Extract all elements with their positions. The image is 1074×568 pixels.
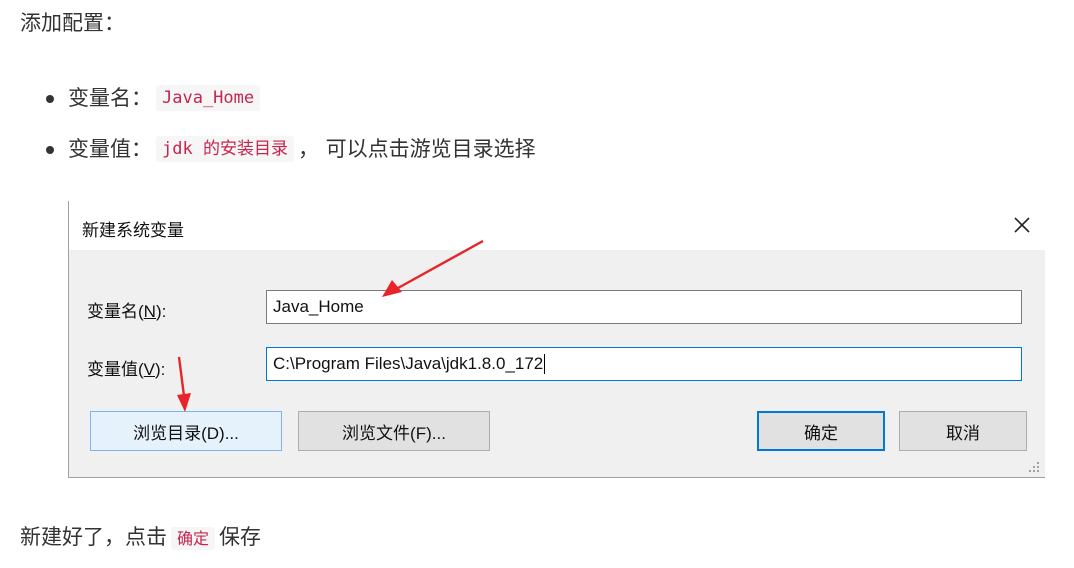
ok-button[interactable]: 确定: [757, 411, 885, 451]
new-system-variable-dialog: 新建系统变量 变量名(N): Java_Home 变量值(V): C:\Prog…: [68, 201, 1045, 478]
list-item-label: 变量值：: [68, 137, 152, 161]
resize-grip-icon[interactable]: [1027, 460, 1041, 474]
bullet-dot: [46, 95, 54, 103]
variable-value-label: 变量值(V):: [87, 360, 166, 379]
outro-text: 新建好了，点击 确定 保存: [20, 525, 262, 550]
intro-text: 添加配置：: [20, 11, 125, 35]
dialog-title: 新建系统变量: [82, 221, 184, 240]
cancel-button[interactable]: 取消: [899, 411, 1027, 451]
list-item-suffix: ， 可以点击游览目录选择: [297, 137, 536, 161]
browse-directory-button[interactable]: 浏览目录(D)...: [90, 411, 282, 451]
dialog-body: 变量名(N): Java_Home 变量值(V): C:\Program Fil…: [69, 250, 1045, 477]
variable-value-input[interactable]: C:\Program Files\Java\jdk1.8.0_172: [266, 347, 1022, 381]
inline-code-variable-name: Java_Home: [156, 85, 261, 111]
variable-name-label: 变量名(N):: [87, 302, 167, 321]
bullet-dot: [46, 146, 54, 154]
inline-code-variable-value: jdk 的安装目录: [156, 136, 294, 162]
inline-code-ok: 确定: [171, 527, 216, 550]
variable-name-input[interactable]: Java_Home: [266, 290, 1022, 324]
text-caret: [544, 354, 546, 374]
list-item-label: 变量名：: [68, 86, 152, 110]
browse-file-button[interactable]: 浏览文件(F)...: [298, 411, 490, 451]
close-icon[interactable]: [1012, 215, 1032, 235]
